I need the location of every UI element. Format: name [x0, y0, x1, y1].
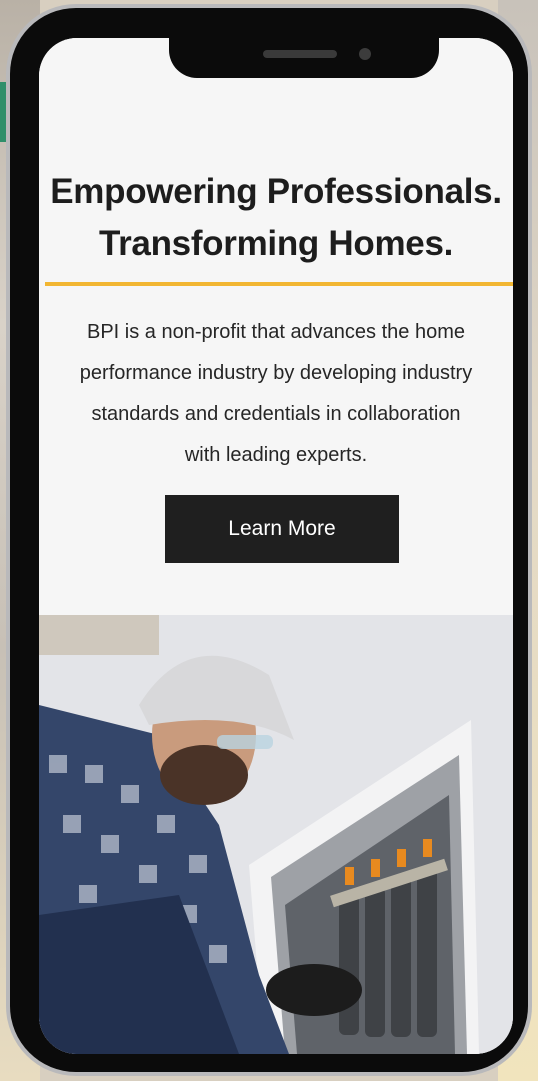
description-line-4: with leading experts.	[184, 444, 368, 466]
hero-description: BPI is a non-profit that advances the ho…	[39, 312, 513, 476]
description-line-2: performance industry by developing indus…	[79, 362, 473, 384]
description-line-3: standards and credentials in collaborati…	[91, 403, 461, 425]
phone-body: Empowering Professionals. Transforming H…	[10, 8, 528, 1072]
accent-divider	[45, 282, 513, 286]
speaker-icon	[263, 50, 337, 58]
technician-illustration	[39, 615, 513, 1054]
camera-icon	[359, 48, 371, 60]
learn-more-button[interactable]: Learn More	[165, 495, 399, 563]
phone-notch	[169, 38, 439, 78]
phone-frame: Empowering Professionals. Transforming H…	[6, 4, 532, 1076]
hero-section: Empowering Professionals. Transforming H…	[39, 38, 513, 615]
headline-line-1: Empowering Professionals.	[50, 172, 502, 211]
phone-screen[interactable]: Empowering Professionals. Transforming H…	[39, 38, 513, 1054]
headline-line-2: Transforming Homes.	[98, 224, 454, 263]
description-line-1: BPI is a non-profit that advances the ho…	[87, 321, 465, 343]
hero-headline: Empowering Professionals. Transforming H…	[39, 166, 513, 270]
technician-photo	[39, 615, 513, 1054]
